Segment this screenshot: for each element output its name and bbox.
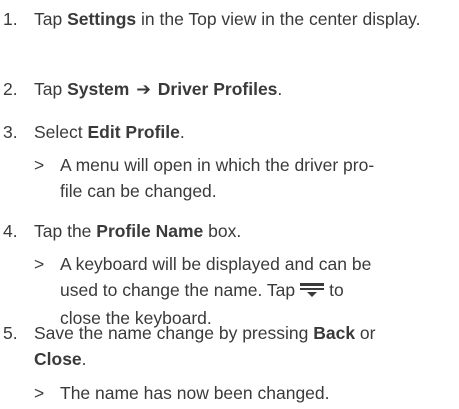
edit-profile-term: Edit Profile bbox=[87, 122, 180, 142]
step-text: Save the name change by pressing Back or… bbox=[34, 323, 376, 369]
settings-term: Settings bbox=[67, 9, 137, 29]
step-number: 5. bbox=[3, 323, 18, 343]
result-marker: > bbox=[34, 254, 45, 274]
instruction-document: 1. Tap Settings in the Top view in the c… bbox=[0, 0, 459, 409]
keyboard-close-icon bbox=[299, 279, 325, 305]
arrow-right-icon: ➔ bbox=[136, 79, 151, 99]
step-text: Tap System ➔ Driver Profiles. bbox=[34, 76, 452, 102]
system-term: System bbox=[67, 79, 130, 99]
result-text: A menu will open in which the driver pro… bbox=[60, 155, 375, 201]
step-text: Select Edit Profile. bbox=[34, 122, 185, 142]
result-text: The name has now been changed. bbox=[60, 383, 330, 403]
step-number: 3. bbox=[3, 122, 18, 142]
step-text: Tap Settings in the Top view in the cent… bbox=[34, 9, 421, 29]
step-number: 4. bbox=[3, 221, 18, 241]
step-number: 1. bbox=[3, 9, 18, 29]
profile-name-term: Profile Name bbox=[96, 221, 204, 241]
close-term: Close bbox=[34, 349, 82, 369]
step-text: Tap the Profile Name box. bbox=[34, 221, 242, 241]
result-text: A keyboard will be displayed and can be … bbox=[60, 254, 372, 328]
step-number: 2. bbox=[3, 79, 18, 99]
result-marker: > bbox=[34, 383, 45, 403]
driver-profiles-term: Driver Profiles bbox=[157, 79, 278, 99]
result-marker: > bbox=[34, 155, 45, 175]
back-term: Back bbox=[313, 323, 356, 343]
